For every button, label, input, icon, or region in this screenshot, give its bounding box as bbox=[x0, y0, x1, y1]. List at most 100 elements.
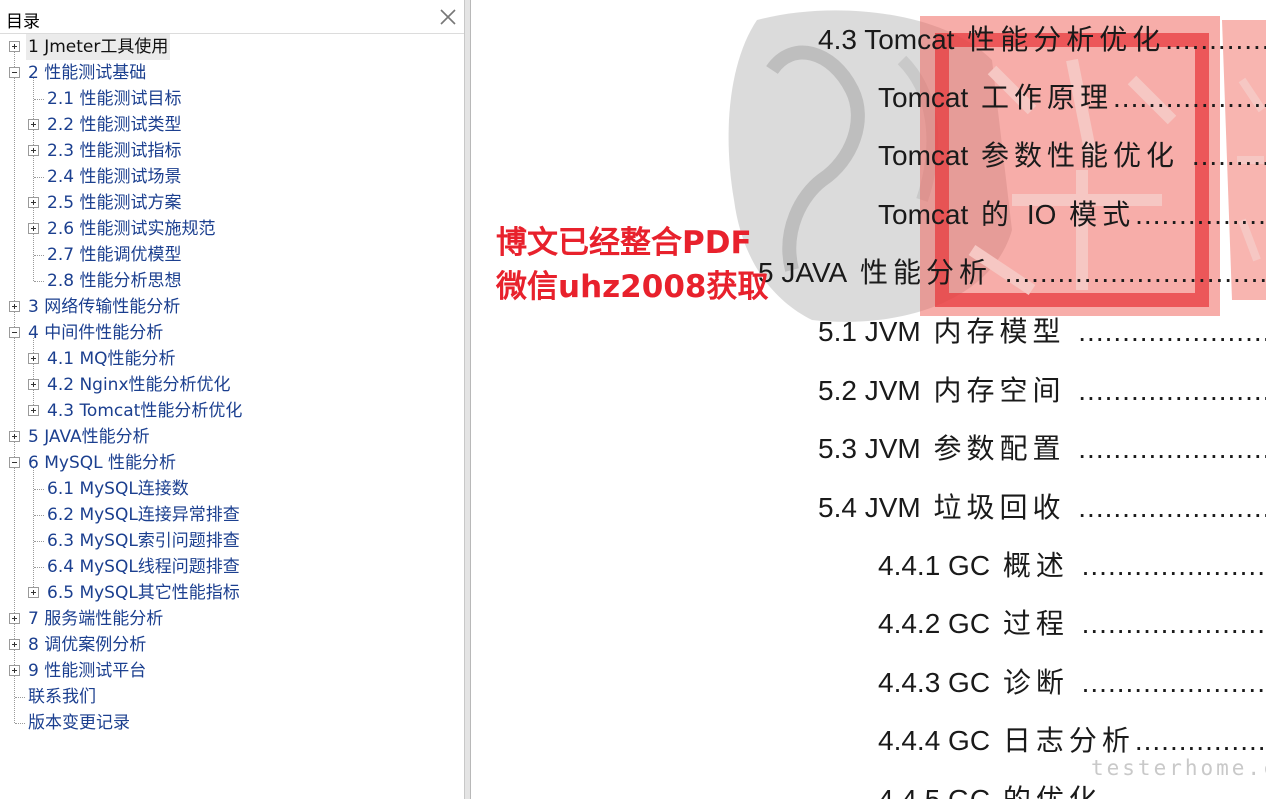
expand-toggle-icon[interactable] bbox=[28, 587, 39, 598]
close-icon bbox=[440, 9, 456, 25]
toc-entry[interactable]: 5.3 JVM 参数配置 ...........................… bbox=[818, 427, 1266, 471]
toc-entry-title: 垃圾回收 bbox=[920, 492, 1079, 523]
panel-splitter[interactable] bbox=[465, 0, 471, 799]
tree-row: 7 服务端性能分析 bbox=[0, 606, 464, 632]
bookmark-item[interactable]: 2.8 性能分析思想 bbox=[45, 268, 183, 294]
tree-row: 6.2 MySQL连接异常排查 bbox=[0, 502, 464, 528]
toc-entry[interactable]: 4.4.5 GC 的优化............................… bbox=[878, 778, 1266, 799]
bookmark-item[interactable]: 5 JAVA性能分析 bbox=[26, 424, 152, 450]
toc-entry-number: 5.2 JVM bbox=[818, 375, 921, 406]
tree-connector bbox=[34, 515, 44, 516]
toc-entry[interactable]: 5 JAVA 性能分析 ............................… bbox=[758, 251, 1266, 295]
collapse-toggle-icon[interactable] bbox=[9, 67, 20, 78]
expand-toggle-icon[interactable] bbox=[28, 223, 39, 234]
bookmark-item[interactable]: 2.7 性能调优模型 bbox=[45, 242, 183, 268]
promo-line-2: 微信uhz2008获取 bbox=[496, 269, 769, 305]
toc-entry-title: 内存模型 bbox=[920, 316, 1079, 347]
bookmark-item[interactable]: 4.2 Nginx性能分析优化 bbox=[45, 372, 233, 398]
toc-entry[interactable]: 5.2 JVM 内存空间 ...........................… bbox=[818, 369, 1266, 413]
toc-entry-title: 性能分析优化 bbox=[954, 24, 1166, 55]
bookmark-item[interactable]: 4.3 Tomcat性能分析优化 bbox=[45, 398, 244, 424]
bookmark-item[interactable]: 6.3 MySQL索引问题排查 bbox=[45, 528, 242, 554]
bookmark-item[interactable]: 6.2 MySQL连接异常排查 bbox=[45, 502, 242, 528]
expand-toggle-icon[interactable] bbox=[9, 431, 20, 442]
toc-entry[interactable]: 4.4.2 GC 过程 ............................… bbox=[878, 602, 1266, 646]
expand-toggle-icon[interactable] bbox=[9, 665, 20, 676]
tree-row: 3 网络传输性能分析 bbox=[0, 294, 464, 320]
expand-toggle-icon[interactable] bbox=[9, 639, 20, 650]
toc-entry[interactable]: 4.3 Tomcat 性能分析优化.......................… bbox=[818, 18, 1266, 62]
collapse-toggle-icon[interactable] bbox=[9, 327, 20, 338]
bookmark-item[interactable]: 7 服务端性能分析 bbox=[26, 606, 165, 632]
expand-toggle-icon[interactable] bbox=[9, 301, 20, 312]
toc-dot-leader: ........................................… bbox=[1078, 316, 1266, 347]
bookmark-item[interactable]: 4 中间件性能分析 bbox=[26, 320, 165, 346]
tree-row: 4 中间件性能分析 bbox=[0, 320, 464, 346]
bookmark-item[interactable]: 2.5 性能测试方案 bbox=[45, 190, 183, 216]
toc-entry[interactable]: Tomcat 的 IO 模式..........................… bbox=[878, 193, 1266, 237]
bookmark-item[interactable]: 8 调优案例分析 bbox=[26, 632, 148, 658]
bookmark-item[interactable]: 6.1 MySQL连接数 bbox=[45, 476, 191, 502]
bookmark-item[interactable]: 6 MySQL 性能分析 bbox=[26, 450, 178, 476]
toc-entry[interactable]: 5.1 JVM 内存模型 ...........................… bbox=[818, 310, 1266, 354]
collapse-toggle-icon[interactable] bbox=[9, 457, 20, 468]
tree-connector bbox=[34, 177, 44, 178]
bookmark-item[interactable]: 2.4 性能测试场景 bbox=[45, 164, 183, 190]
tree-row: 8 调优案例分析 bbox=[0, 632, 464, 658]
toc-entry-number: Tomcat bbox=[878, 140, 969, 171]
tree-row: 2.3 性能测试指标 bbox=[0, 138, 464, 164]
toc-dot-leader: ........................................… bbox=[1078, 433, 1266, 464]
toc-entry[interactable]: Tomcat 工作原理.............................… bbox=[878, 76, 1266, 120]
toc-entry[interactable]: Tomcat 参数性能优化 ..........................… bbox=[878, 134, 1266, 178]
bookmark-item[interactable]: 6.4 MySQL线程问题排查 bbox=[45, 554, 242, 580]
expand-toggle-icon[interactable] bbox=[28, 197, 39, 208]
bookmark-item[interactable]: 版本变更记录 bbox=[26, 710, 132, 736]
expand-toggle-icon[interactable] bbox=[28, 119, 39, 130]
toc-entry-number: Tomcat bbox=[878, 199, 969, 230]
tree-row: 1 Jmeter工具使用 bbox=[0, 34, 464, 60]
bookmark-item[interactable]: 3 网络传输性能分析 bbox=[26, 294, 182, 320]
toc-dot-leader: ........................................… bbox=[1081, 608, 1266, 639]
tree-connector bbox=[34, 489, 44, 490]
toc-entry-title: 过程 bbox=[990, 608, 1082, 639]
bookmark-item[interactable]: 6.5 MySQL其它性能指标 bbox=[45, 580, 242, 606]
tree-connector bbox=[34, 567, 44, 568]
expand-toggle-icon[interactable] bbox=[28, 405, 39, 416]
tree-row: 6 MySQL 性能分析 bbox=[0, 450, 464, 476]
bookmark-item[interactable]: 2.1 性能测试目标 bbox=[45, 86, 183, 112]
document-page: 4.3 Tomcat 性能分析优化.......................… bbox=[472, 0, 1266, 799]
bookmark-item[interactable]: 1 Jmeter工具使用 bbox=[26, 34, 171, 60]
tree-row: 4.1 MQ性能分析 bbox=[0, 346, 464, 372]
toc-entry[interactable]: 5.4 JVM 垃圾回收 ...........................… bbox=[818, 486, 1266, 530]
expand-toggle-icon[interactable] bbox=[9, 613, 20, 624]
bookmark-item[interactable]: 4.1 MQ性能分析 bbox=[45, 346, 178, 372]
bookmark-item[interactable]: 9 性能测试平台 bbox=[26, 658, 148, 684]
bookmark-item[interactable]: 2.6 性能测试实施规范 bbox=[45, 216, 217, 242]
panel-title: 目录 bbox=[6, 12, 40, 32]
bookmark-item[interactable]: 2.2 性能测试类型 bbox=[45, 112, 183, 138]
expand-toggle-icon[interactable] bbox=[28, 379, 39, 390]
panel-header: 目录 bbox=[0, 0, 464, 34]
toc-entry-number: 4.4.4 GC bbox=[878, 725, 991, 756]
bookmark-item[interactable]: 2.3 性能测试指标 bbox=[45, 138, 183, 164]
toc-entry[interactable]: 4.4.1 GC 概述 ............................… bbox=[878, 544, 1266, 588]
toc-entry[interactable]: 4.4.3 GC 诊断 ............................… bbox=[878, 661, 1266, 705]
promo-line-1: 博文已经整合PDF bbox=[496, 225, 752, 261]
toc-entry-number: 5.4 JVM bbox=[818, 492, 921, 523]
expand-toggle-icon[interactable] bbox=[28, 145, 39, 156]
tree-row: 6.4 MySQL线程问题排查 bbox=[0, 554, 464, 580]
toc-entry-title: 内存空间 bbox=[920, 375, 1079, 406]
toc-dot-leader: ........................................… bbox=[1004, 257, 1266, 288]
tree-row: 2.6 性能测试实施规范 bbox=[0, 216, 464, 242]
bookmark-item[interactable]: 联系我们 bbox=[26, 684, 98, 710]
expand-toggle-icon[interactable] bbox=[28, 353, 39, 364]
bookmark-item[interactable]: 2 性能测试基础 bbox=[26, 60, 148, 86]
close-panel-button[interactable] bbox=[437, 6, 459, 28]
toc-entry-number: IO bbox=[1026, 199, 1057, 230]
tree-row: 5 JAVA性能分析 bbox=[0, 424, 464, 450]
toc-dot-leader: ........................................… bbox=[1135, 199, 1266, 230]
toc-dot-leader: ........................................… bbox=[1078, 492, 1266, 523]
toc-entry-title: 日志分析 bbox=[990, 725, 1135, 756]
tree-row: 2.8 性能分析思想 bbox=[0, 268, 464, 294]
expand-toggle-icon[interactable] bbox=[9, 41, 20, 52]
